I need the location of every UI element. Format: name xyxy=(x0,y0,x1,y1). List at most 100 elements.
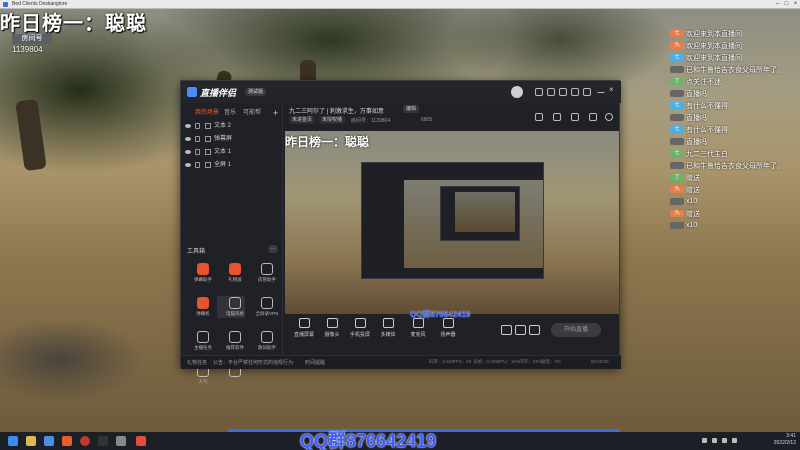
chat-message: 直播吗 xyxy=(670,112,800,123)
toolbox-item[interactable]: 弹幕助手 xyxy=(187,263,219,293)
chat-message-text: 点关注不迷 xyxy=(686,78,721,86)
chat-panel: 七欢迎来到本直播间九欢迎来到本直播间七欢迎来到本直播间 已和牛鲁恰告衣食父母所年了… xyxy=(670,28,800,328)
lock-icon[interactable] xyxy=(195,149,200,155)
app-icon[interactable] xyxy=(62,436,72,446)
toolbox-item[interactable]: 全屏录VPN xyxy=(251,297,283,327)
settings-icon[interactable] xyxy=(571,88,579,96)
close-icon[interactable]: × xyxy=(792,1,799,8)
source-item[interactable]: 弹幕屏 xyxy=(185,134,281,145)
toolbox-more-button[interactable]: ··· xyxy=(268,245,278,253)
rotate-icon[interactable] xyxy=(515,325,526,335)
status-text[interactable]: 时间提醒 xyxy=(305,359,325,366)
tab-music[interactable]: 音乐 xyxy=(224,107,236,116)
chat-message: 九赠送 xyxy=(670,184,800,195)
wifi-icon[interactable] xyxy=(712,438,717,443)
edit-title-button[interactable]: 编辑 xyxy=(403,105,420,113)
status-text[interactable]: 礼物任务 xyxy=(187,359,207,366)
avatar[interactable] xyxy=(511,86,523,98)
maximize-icon[interactable]: □ xyxy=(783,1,790,8)
message-icon[interactable] xyxy=(547,88,555,96)
chat-message: 已和牛鲁恰告衣食父母所年了。 xyxy=(670,160,800,171)
share-icon[interactable] xyxy=(605,113,613,121)
control-button[interactable]: 扬声器 xyxy=(435,318,461,338)
tool-icon xyxy=(197,331,209,343)
minimize-icon[interactable] xyxy=(597,88,605,93)
eye-icon[interactable] xyxy=(185,124,191,128)
chat-message: x10 xyxy=(670,196,800,207)
toolbox-item[interactable]: 电脑风格 xyxy=(219,297,251,327)
camera-icon[interactable] xyxy=(501,325,512,335)
app-header: 直播伴侣 测试版 × xyxy=(181,81,621,103)
app-icon[interactable] xyxy=(80,436,90,446)
gift-icon[interactable] xyxy=(559,88,567,96)
tray-icon[interactable] xyxy=(702,438,707,443)
chat-message: 丁赠送 xyxy=(670,172,800,183)
user-level-badge: 丁 xyxy=(670,174,684,181)
user-level-badge: 九 xyxy=(670,210,684,217)
user-level-badge: 七 xyxy=(670,54,684,61)
start-live-button[interactable]: 开始直播 xyxy=(551,323,601,337)
volume-icon[interactable] xyxy=(722,438,727,443)
chat-message-text: 已和牛鲁恰告衣食父母所年了。 xyxy=(686,162,784,170)
toolbox-item[interactable] xyxy=(219,365,251,395)
source-label: 弹幕屏 xyxy=(214,136,233,142)
lock-icon[interactable] xyxy=(195,162,200,168)
tab-helpers[interactable]: 可能帮 xyxy=(243,107,261,116)
windows-start-icon[interactable] xyxy=(8,436,18,446)
tool-icon xyxy=(261,297,273,309)
tool-icon xyxy=(229,297,241,309)
status-text: 公告：平台严禁任何形式的违规行为 xyxy=(213,360,294,366)
control-button[interactable]: 摄像头 xyxy=(319,318,345,338)
source-item[interactable]: 文本 1 xyxy=(185,147,281,158)
notice-icon[interactable] xyxy=(589,113,597,121)
chat-message: x10 xyxy=(670,220,800,231)
control-button[interactable]: 多媒体 xyxy=(375,318,401,338)
toolbox-item[interactable]: 弹幕机 xyxy=(187,297,219,327)
source-item[interactable]: 文本 2 xyxy=(185,121,281,132)
add-scene-button[interactable]: + xyxy=(273,109,278,118)
mail-icon[interactable] xyxy=(535,88,543,96)
lock-icon[interactable] xyxy=(195,123,200,129)
tab-my-scenes[interactable]: 我的场景 xyxy=(195,107,219,116)
user-level-badge xyxy=(670,66,684,73)
toolbox-item[interactable]: 礼物屏 xyxy=(219,263,251,293)
gift-box-icon[interactable] xyxy=(553,113,561,121)
clock-date: 2022/2/12 xyxy=(773,440,796,446)
toolbox-item[interactable]: 房管助手 xyxy=(251,263,283,293)
clock[interactable]: 3:41 2022/2/12 xyxy=(768,433,796,447)
control-label: 手机投屏 xyxy=(349,332,370,338)
shop-icon[interactable] xyxy=(571,113,579,121)
chat-message: 七有什么不懂得 xyxy=(670,124,800,135)
stream-preview[interactable]: 昨日榜一：聪聪 xyxy=(285,131,619,314)
store-icon[interactable] xyxy=(535,113,543,121)
nested-window-capture xyxy=(440,186,520,241)
streaming-helper-window: 直播伴侣 测试版 × 我的场景 音乐 可能帮 + 文本 2 弹幕屏 文本 1 全… xyxy=(180,80,621,384)
lock-icon[interactable] xyxy=(195,136,200,142)
minimize-icon[interactable]: – xyxy=(774,1,781,8)
user-level-badge: 九 xyxy=(670,42,684,49)
source-item[interactable]: 全屏 1 xyxy=(185,160,281,171)
store-icon[interactable] xyxy=(44,436,54,446)
chat-message: 七九二三代主白 xyxy=(670,148,800,159)
file-explorer-icon[interactable] xyxy=(26,436,36,446)
toolbox-item[interactable]: 人气 xyxy=(187,365,219,395)
app-icon[interactable] xyxy=(136,436,146,446)
input-method-icon[interactable] xyxy=(732,438,737,443)
eye-icon[interactable] xyxy=(185,163,191,167)
close-icon[interactable]: × xyxy=(609,86,617,94)
app-icon[interactable] xyxy=(116,436,126,446)
control-button[interactable]: 手机投屏 xyxy=(347,318,373,338)
control-button[interactable]: 直播屏幕 xyxy=(291,318,317,338)
control-button[interactable]: 麦克风 xyxy=(405,318,431,338)
eye-icon[interactable] xyxy=(185,137,191,141)
source-label: 全屏 1 xyxy=(214,162,232,168)
eye-icon[interactable] xyxy=(185,150,191,154)
settings-icon[interactable] xyxy=(529,325,540,335)
control-label: 摄像头 xyxy=(324,332,340,338)
app-icon[interactable] xyxy=(98,436,108,446)
status-badge: 未授权播 xyxy=(319,116,346,124)
control-label: 扬声器 xyxy=(440,332,456,338)
menu-icon[interactable] xyxy=(583,88,591,96)
tool-icon xyxy=(229,263,241,275)
chat-message-text: 赠送 xyxy=(686,174,700,182)
